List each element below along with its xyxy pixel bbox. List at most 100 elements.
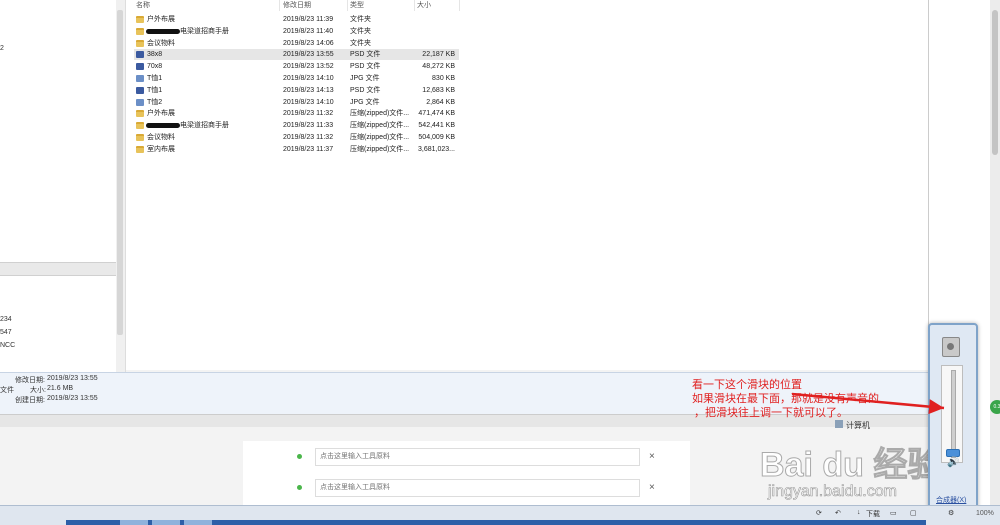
file-type: 文件夹 (350, 39, 371, 47)
file-date: 2019/8/23 11:32 (283, 134, 334, 141)
taskbar-button[interactable] (152, 520, 180, 525)
folder-icon (136, 39, 144, 47)
file-row[interactable]: T恤2 2019/8/23 14:10 JPG 文件 2,864 KB (134, 97, 459, 108)
nav-scrollbar[interactable] (116, 0, 126, 372)
file-list[interactable]: 名称 修改日期 类型 大小 户外布展 2019/8/23 11:39 文件夹 电梁道招… (126, 0, 928, 370)
file-row[interactable]: 70x8 2019/8/23 13:52 PSD 文件 48,272 KB (134, 61, 459, 72)
computer-label[interactable]: 计算机 (846, 420, 870, 431)
file-name: T恤1 (147, 86, 163, 94)
column-header-name[interactable]: 名称 (136, 0, 280, 11)
file-name: T恤1 (147, 75, 163, 82)
file-date: 2019/8/23 11:33 (283, 122, 334, 130)
annotation-text: 看一下这个滑块的位置 如果滑块在最下面，那就是没有声音的 ，把滑块往上调一下就可… (692, 378, 879, 420)
file-size: 22,187 KB (422, 51, 455, 59)
volume-mixer-popup: 🔊 合成器(X) (928, 323, 978, 517)
psd-file-icon (136, 63, 144, 71)
psd-file-icon (136, 51, 144, 59)
nav-item[interactable]: NCC (0, 342, 15, 349)
folder-zip-icon (136, 145, 144, 153)
mixer-link[interactable]: 合成器(X) (936, 495, 966, 505)
file-type: 压缩(zipped)文件... (350, 122, 410, 130)
file-row[interactable]: 电梁道招商手册 2019/8/23 11:40 文件夹 (134, 26, 459, 37)
volume-slider[interactable] (941, 365, 963, 463)
undo-icon[interactable]: ↶ (835, 509, 841, 517)
file-type: 压缩(zipped)文件... (350, 145, 410, 153)
created-value: 2019/8/23 13:55 (47, 395, 98, 402)
taskbar-button[interactable] (184, 520, 212, 525)
column-header-date[interactable]: 修改日期 (283, 0, 348, 11)
file-date: 2019/8/23 14:06 (283, 39, 334, 47)
file-size: 471,474 KB (418, 110, 455, 118)
nav-scroll-thumb[interactable] (117, 10, 123, 335)
file-date: 2019/8/23 13:52 (283, 63, 334, 71)
settings-icon[interactable]: ⚙ (948, 509, 954, 517)
file-type: 压缩(zipped)文件... (350, 110, 410, 118)
file-size: 2,864 KB (426, 98, 455, 106)
file-date: 2019/8/23 11:37 (283, 145, 334, 153)
tool-input-row: × (243, 479, 690, 501)
modified-value: 2019/8/23 13:55 (47, 375, 98, 382)
file-type: JPG 文件 (350, 98, 380, 106)
column-header-type[interactable]: 类型 (350, 0, 415, 11)
remove-row-button[interactable]: × (649, 482, 655, 493)
file-type: PSD 文件 (350, 86, 381, 94)
browser-scrollbar[interactable] (990, 0, 1000, 505)
nav-item-fragment[interactable]: 2 (0, 45, 4, 52)
tool-input-2[interactable] (315, 479, 640, 497)
file-row[interactable]: 38x8 2019/8/23 13:55 PSD 文件 22,187 KB (134, 49, 459, 61)
file-size: 12,683 KB (422, 86, 455, 94)
navigation-pane[interactable]: 2 234 547 NCC (0, 0, 117, 372)
file-row[interactable]: 会议物料 2019/8/23 14:06 文件夹 (134, 38, 459, 49)
window-icon[interactable]: ▢ (910, 509, 917, 517)
column-header-size[interactable]: 大小 (417, 0, 460, 11)
file-row[interactable]: 户外布展 2019/8/23 11:32 压缩(zipped)文件... 471,47… (134, 108, 459, 119)
file-name: 电梁道招商手册 (180, 27, 229, 35)
taskbar-button[interactable] (120, 520, 148, 525)
file-name: 70x8 (147, 63, 163, 71)
file-date: 2019/8/23 11:40 (283, 27, 334, 35)
file-row[interactable]: T恤1 2019/8/23 14:10 JPG 文件 830 KB (134, 73, 459, 84)
nav-divider (0, 262, 116, 276)
file-date: 2019/8/23 14:10 (283, 75, 334, 82)
download-label[interactable]: 下载 (866, 509, 880, 519)
file-date: 2019/8/23 14:13 (283, 86, 334, 94)
annotation-line-3: ，把滑块往上调一下就可以了。 (694, 407, 848, 419)
file-row[interactable]: 户外布展 2019/8/23 11:39 文件夹 (134, 14, 459, 25)
screen-icon[interactable]: ▭ (890, 509, 897, 517)
taskbar: ⟳ ↶ ↓ 下载 ▭ ▢ ⚙ 100% (0, 505, 1000, 525)
jpg-file-icon (136, 98, 144, 106)
file-type: JPG 文件 (350, 75, 380, 82)
tool-input-1[interactable] (315, 448, 640, 466)
file-name: 38x8 (147, 51, 163, 59)
file-row[interactable]: 室内布展 2019/8/23 11:37 压缩(zipped)文件... 3,681,… (134, 144, 459, 155)
refresh-icon[interactable]: ⟳ (816, 509, 822, 517)
file-size: 830 KB (432, 75, 455, 82)
file-type: 文件夹 (350, 16, 371, 23)
file-type: 文件夹 (350, 27, 371, 35)
file-size: 542,441 KB (418, 122, 455, 130)
computer-icon[interactable] (835, 420, 843, 428)
zoom-level[interactable]: 100% (976, 510, 994, 517)
volume-slider-thumb[interactable] (946, 448, 960, 457)
file-row[interactable]: T恤1 2019/8/23 14:13 PSD 文件 12,683 KB (134, 85, 459, 96)
file-row[interactable]: 会议物料 2019/8/23 11:32 压缩(zipped)文件... 504,00… (134, 132, 459, 143)
annotation-line-2: 如果滑块在最下面，那就是没有声音的 (692, 393, 879, 405)
size-label: 大小: (30, 387, 46, 394)
folder-zip-icon (136, 122, 144, 130)
file-date: 2019/8/23 14:10 (283, 98, 334, 106)
created-label: 创建日期: (15, 397, 45, 404)
download-arrow-icon[interactable]: ↓ (857, 509, 861, 516)
bullet-dot (297, 485, 302, 490)
redaction-mark (146, 28, 180, 34)
volume-slider-groove[interactable] (951, 370, 956, 458)
browser-scroll-thumb[interactable] (992, 10, 998, 155)
remove-row-button[interactable]: × (649, 451, 655, 462)
file-row[interactable]: 电梁道招商手册 2019/8/23 11:33 压缩(zipped)文件... 542… (134, 120, 459, 131)
speaker-device-icon[interactable] (942, 337, 960, 357)
baidu-watermark: Bai du 经验 (759, 446, 942, 485)
file-date: 2019/8/23 13:55 (283, 51, 334, 59)
speed-badge[interactable]: 0.3 (990, 400, 1000, 414)
nav-item[interactable]: 547 (0, 329, 12, 336)
speaker-mute-icon[interactable]: 🔊 (947, 457, 959, 468)
nav-item[interactable]: 234 (0, 316, 12, 323)
